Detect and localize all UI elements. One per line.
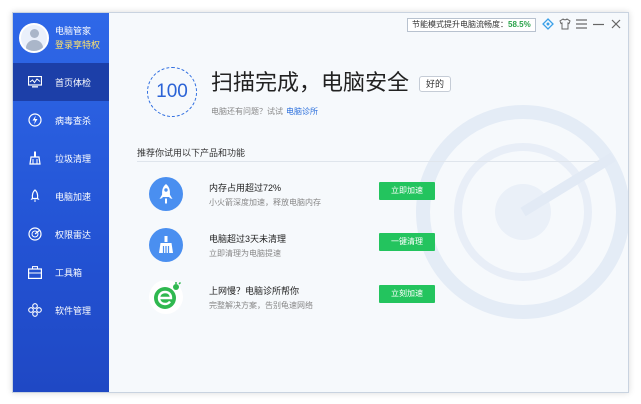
pc-clinic-link[interactable]: 电脑诊所 <box>286 107 318 116</box>
section-title: 推荐你试用以下产品和功能 <box>137 148 246 158</box>
broom-icon <box>27 150 43 166</box>
recommendation-title: 电脑超过3天未清理 <box>209 234 287 244</box>
recommendation-title: 上网慢？电脑诊所帮你 <box>209 286 300 296</box>
score-value: 100 <box>156 81 188 102</box>
sidebar-item-label: 权限雷达 <box>55 229 92 240</box>
main-panel: 100 扫描完成，电脑安全 好的 电脑还有问题？试试 电脑诊所 推荐你试用以下产品… <box>109 37 628 392</box>
sidebar-item-label: 电脑加速 <box>55 191 92 202</box>
sidebar-nav: 首页体检 病毒查杀 垃圾清理 电脑加速 权限雷达 工具箱 软件管理 <box>13 63 109 329</box>
sidebar-item-permission-radar[interactable]: 权限雷达 <box>13 215 109 253</box>
promo-label: 节能模式提升电脑流畅度： <box>412 20 508 29</box>
sidebar-item-label: 首页体检 <box>55 77 92 88</box>
skin-shirt-icon[interactable] <box>558 17 571 30</box>
sidebar-item-software-manager[interactable]: 软件管理 <box>13 291 109 329</box>
radar-icon <box>27 226 43 242</box>
login-link[interactable]: 登录享特权 <box>55 38 100 52</box>
title-bar: 节能模式提升电脑流畅度：58.5% <box>109 13 628 37</box>
app-window: 电脑管家 登录享特权 首页体检 病毒查杀 垃圾清理 电脑加速 权限雷达 工具箱 … <box>12 12 629 393</box>
sidebar-item-speedup[interactable]: 电脑加速 <box>13 177 109 215</box>
user-avatar-icon[interactable] <box>19 23 49 53</box>
sidebar-item-label: 垃圾清理 <box>55 153 92 164</box>
promo-value: 58.5% <box>508 20 531 29</box>
power-saving-promo[interactable]: 节能模式提升电脑流畅度：58.5% <box>407 18 536 32</box>
toolbox-icon <box>27 264 43 280</box>
recommendation-desc: 小火箭深度加速，释放电脑内存 <box>209 198 321 207</box>
profile-area[interactable]: 电脑管家 登录享特权 <box>13 13 109 63</box>
health-score: 100 <box>147 67 197 117</box>
recommendation-item: 内存占用超过72% 小火箭深度加速，释放电脑内存 立即加速 <box>137 175 597 215</box>
page-title: 扫描完成，电脑安全 <box>211 70 410 95</box>
recommendation-item: 电脑超过3天未清理 立即清理为电脑提速 一键清理 <box>137 226 597 266</box>
close-icon[interactable] <box>609 17 622 30</box>
browser-e-icon <box>149 280 183 314</box>
one-click-clean-button[interactable]: 一键清理 <box>379 233 435 251</box>
speedup-now-button[interactable]: 立即加速 <box>379 182 435 200</box>
menu-icon[interactable] <box>575 17 588 30</box>
profile-name: 电脑管家 <box>55 26 92 36</box>
apps-icon <box>27 302 43 318</box>
section-divider <box>137 161 599 162</box>
sidebar-item-junk-clean[interactable]: 垃圾清理 <box>13 139 109 177</box>
accelerate-now-button[interactable]: 立刻加速 <box>379 285 435 303</box>
sidebar-item-label: 工具箱 <box>55 267 83 278</box>
sidebar-item-toolbox[interactable]: 工具箱 <box>13 253 109 291</box>
minimize-icon[interactable] <box>592 17 605 30</box>
diamond-icon[interactable] <box>541 17 554 30</box>
sidebar-item-label: 软件管理 <box>55 305 92 316</box>
recommendation-desc: 立即清理为电脑提速 <box>209 249 281 258</box>
broom-icon <box>149 228 183 262</box>
sidebar-item-label: 病毒查杀 <box>55 115 92 126</box>
rating-badge: 好的 <box>419 76 452 92</box>
recommendation-title: 内存占用超过72% <box>209 183 282 193</box>
help-text: 电脑还有问题？试试 <box>211 107 283 116</box>
lightning-shield-icon <box>27 112 43 128</box>
help-line: 电脑还有问题？试试 电脑诊所 <box>211 106 318 117</box>
rocket-icon <box>27 188 43 204</box>
monitor-icon <box>27 74 43 90</box>
recommendation-item: 上网慢？电脑诊所帮你 完整解决方案，告别龟速网络 立刻加速 <box>137 278 597 318</box>
recommendation-desc: 完整解决方案，告别龟速网络 <box>209 301 313 310</box>
sidebar: 电脑管家 登录享特权 首页体检 病毒查杀 垃圾清理 电脑加速 权限雷达 工具箱 … <box>13 13 109 392</box>
sidebar-item-home-checkup[interactable]: 首页体检 <box>13 63 109 101</box>
rocket-icon <box>149 177 183 211</box>
sidebar-item-virus-scan[interactable]: 病毒查杀 <box>13 101 109 139</box>
